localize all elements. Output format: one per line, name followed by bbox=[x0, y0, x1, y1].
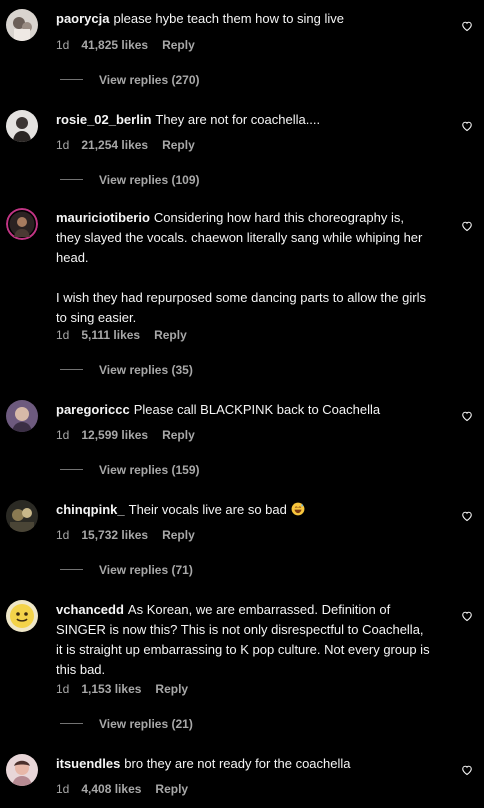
comment-username[interactable]: rosie_02_berlin bbox=[56, 112, 151, 127]
comment-meta: 1d 15,732 likes Reply bbox=[56, 527, 209, 543]
replies-divider-line bbox=[60, 569, 83, 571]
comment-likes[interactable]: 12,599 likes bbox=[81, 428, 148, 442]
replies-divider-line bbox=[60, 723, 83, 725]
comment-likes[interactable]: 4,408 likes bbox=[81, 782, 141, 796]
replies-divider-line bbox=[60, 369, 83, 371]
comment-time: 1d bbox=[56, 782, 70, 796]
comment-username[interactable]: paregoriccc bbox=[56, 402, 130, 417]
view-replies-label[interactable]: View replies (109) bbox=[99, 173, 200, 187]
comment-likes[interactable]: 1,153 likes bbox=[81, 682, 141, 696]
heart-icon[interactable] bbox=[461, 764, 473, 776]
replies-divider-line bbox=[60, 79, 83, 81]
reply-button[interactable]: Reply bbox=[154, 328, 187, 342]
view-replies-button[interactable]: View replies (270) bbox=[60, 72, 200, 88]
heart-icon[interactable] bbox=[461, 410, 473, 422]
comment-text-block: vchancedd As Korean, we are embarrassed. … bbox=[56, 600, 432, 680]
avatar-pink-portrait-icon[interactable] bbox=[6, 754, 38, 786]
comment-likes[interactable]: 41,825 likes bbox=[81, 38, 148, 52]
view-replies-label[interactable]: View replies (270) bbox=[99, 73, 200, 87]
comments-list: paorycja please hybe teach them how to si… bbox=[0, 0, 484, 808]
comment-body: bro they are not ready for the coachella bbox=[124, 756, 351, 771]
comment-meta: 1d 41,825 likes Reply bbox=[56, 37, 209, 53]
reply-button[interactable]: Reply bbox=[162, 38, 195, 52]
view-replies-label[interactable]: View replies (35) bbox=[99, 363, 193, 377]
avatar-purple-portrait-icon[interactable] bbox=[6, 400, 38, 432]
comment-likes[interactable]: 21,254 likes bbox=[81, 138, 148, 152]
comment-text-block: paregoriccc Please call BLACKPINK back to… bbox=[56, 400, 432, 420]
comment-meta: 1d 4,408 likes Reply bbox=[56, 781, 202, 797]
comment-body: They are not for coachella.... bbox=[155, 112, 321, 127]
comment-text-block: rosie_02_berlin They are not for coachell… bbox=[56, 110, 432, 130]
reply-button[interactable]: Reply bbox=[162, 428, 195, 442]
avatar-grey-portrait-icon[interactable] bbox=[6, 110, 38, 142]
comment-time: 1d bbox=[56, 138, 70, 152]
comment-likes[interactable]: 15,732 likes bbox=[81, 528, 148, 542]
comment-body: Their vocals live are so bad bbox=[128, 502, 287, 517]
comment-username[interactable]: paorycja bbox=[56, 11, 109, 26]
comment-time: 1d bbox=[56, 428, 70, 442]
comment-username[interactable]: mauriciotiberio bbox=[56, 210, 150, 225]
view-replies-label[interactable]: View replies (21) bbox=[99, 717, 193, 731]
heart-icon[interactable] bbox=[461, 120, 473, 132]
reply-button[interactable]: Reply bbox=[162, 138, 195, 152]
comment-likes[interactable]: 5,111 likes bbox=[81, 328, 140, 342]
reply-button[interactable]: Reply bbox=[155, 782, 188, 796]
view-replies-button[interactable]: View replies (109) bbox=[60, 172, 200, 188]
comment-username[interactable]: chinqpink_ bbox=[56, 502, 125, 517]
comment-text-block: chinqpink_ Their vocals live are so bad bbox=[56, 500, 432, 520]
comment-username[interactable]: vchancedd bbox=[56, 602, 124, 617]
grinning-sweat-emoji-icon bbox=[291, 502, 305, 516]
comment-body: Please call BLACKPINK back to Coachella bbox=[133, 402, 381, 417]
replies-divider-line bbox=[60, 179, 83, 181]
view-replies-label[interactable]: View replies (71) bbox=[99, 563, 193, 577]
reply-button[interactable]: Reply bbox=[162, 528, 195, 542]
comment-text-block: itsuendles bro they are not ready for the… bbox=[56, 754, 432, 774]
view-replies-button[interactable]: View replies (71) bbox=[60, 562, 193, 578]
heart-icon[interactable] bbox=[461, 220, 473, 232]
avatar-story-ring-icon[interactable] bbox=[6, 208, 38, 240]
comment-body: Considering how hard this choreography i… bbox=[56, 210, 426, 325]
avatar-yellow-emoji-icon[interactable] bbox=[6, 600, 38, 632]
comment-text-block: mauriciotiberio Considering how hard this… bbox=[56, 208, 432, 328]
comment-time: 1d bbox=[56, 38, 70, 52]
heart-icon[interactable] bbox=[461, 510, 473, 522]
view-replies-label[interactable]: View replies (159) bbox=[99, 463, 200, 477]
comment-meta: 1d 5,111 likes Reply bbox=[56, 327, 201, 343]
heart-icon[interactable] bbox=[461, 610, 473, 622]
comment-time: 1d bbox=[56, 328, 70, 342]
reply-button[interactable]: Reply bbox=[155, 682, 188, 696]
view-replies-button[interactable]: View replies (21) bbox=[60, 716, 193, 732]
replies-divider-line bbox=[60, 469, 83, 471]
view-replies-button[interactable]: View replies (159) bbox=[60, 462, 200, 478]
comment-text-block: paorycja please hybe teach them how to si… bbox=[56, 9, 432, 29]
comment-username[interactable]: itsuendles bbox=[56, 756, 120, 771]
avatar-light-photo-icon[interactable] bbox=[6, 9, 38, 41]
view-replies-button[interactable]: View replies (35) bbox=[60, 362, 193, 378]
comment-meta: 1d 21,254 likes Reply bbox=[56, 137, 209, 153]
avatar-dark-photo-icon[interactable] bbox=[6, 500, 38, 532]
comment-time: 1d bbox=[56, 682, 70, 696]
comment-time: 1d bbox=[56, 528, 70, 542]
heart-icon[interactable] bbox=[461, 20, 473, 32]
comment-body: please hybe teach them how to sing live bbox=[113, 11, 345, 26]
comment-meta: 1d 1,153 likes Reply bbox=[56, 681, 202, 697]
comment-meta: 1d 12,599 likes Reply bbox=[56, 427, 209, 443]
